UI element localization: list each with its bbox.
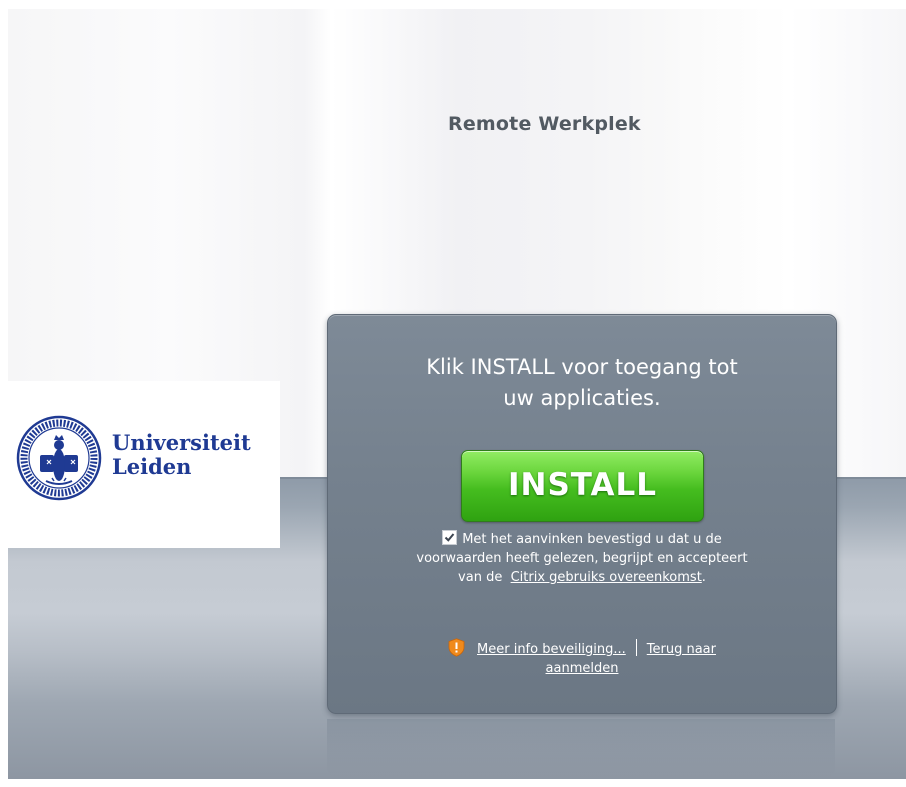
university-seal-icon [16,415,102,501]
back-to-login-link-line-2[interactable]: aanmelden [546,661,619,676]
citrix-agreement-link[interactable]: Citrix gebruiks overeenkomst [511,570,702,585]
headline-line-2: uw applicaties. [503,386,661,410]
consent-text: Met het aanvinken bevestigd u dat u de v… [348,530,816,587]
logo-panel: Universiteit Leiden [8,381,280,548]
consent-prefix: van de [458,570,503,585]
consent-checkbox[interactable] [442,530,458,545]
wordmark-line-2: Leiden [112,454,192,479]
install-panel: Klik INSTALL voor toegang tot uw applica… [327,314,837,714]
install-headline: Klik INSTALL voor toegang tot uw applica… [328,352,836,414]
headline-line-1: Klik INSTALL voor toegang tot [426,355,738,379]
footer-links: Meer info beveiliging... Terug naar aanme… [388,638,776,678]
shield-warning-icon [448,638,465,657]
install-button[interactable]: INSTALL [461,450,704,522]
page-title: Remote Werkplek [448,113,641,135]
back-to-login-link-line-1[interactable]: Terug naar [647,642,716,657]
panel-reflection [327,719,835,777]
check-icon [445,533,455,542]
page: Remote Werkplek Universiteit Leiden Klik… [8,9,906,779]
university-wordmark: Universiteit Leiden [112,431,251,479]
consent-suffix: . [701,570,706,585]
security-info-link[interactable]: Meer info beveiliging... [477,642,626,657]
consent-line-1: Met het aanvinken bevestigd u dat u de [462,532,722,547]
consent-line-2: voorwaarden heeft gelezen, begrijpt en a… [416,551,748,566]
link-separator [635,639,637,656]
wordmark-line-1: Universiteit [112,430,251,455]
